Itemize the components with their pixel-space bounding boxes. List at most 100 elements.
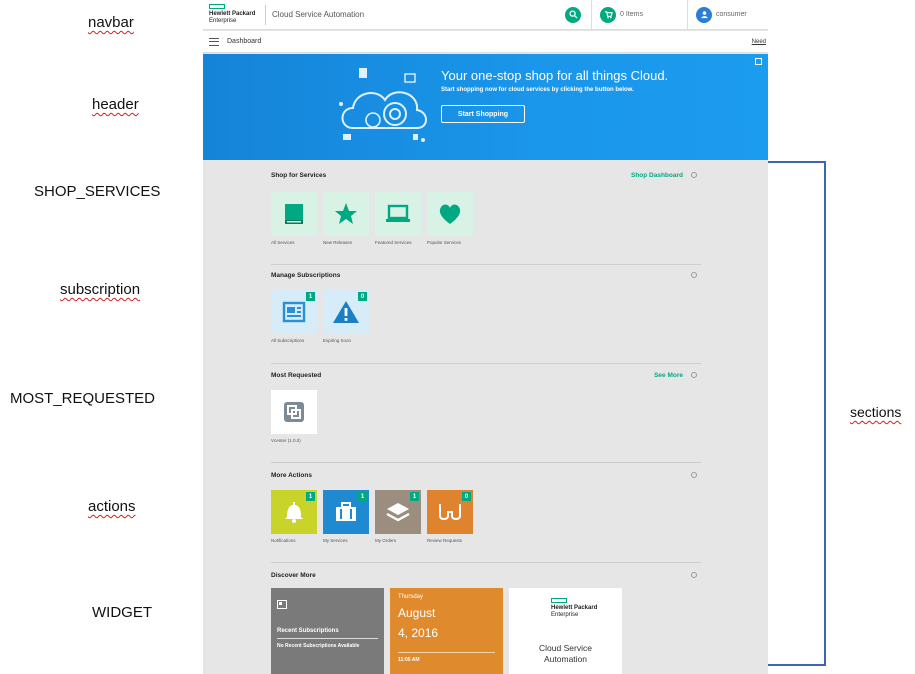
app-title: Cloud Service Automation [272, 10, 365, 19]
tile-featured-services[interactable]: Featured Services [375, 192, 421, 245]
tile-vcenter[interactable]: Vcenter (1.0.0) [271, 390, 317, 443]
annotation-shop-services: SHOP_SERVICES [34, 183, 161, 200]
tile-my-services[interactable]: 1 My Services [323, 490, 369, 543]
count-badge: 1 [306, 292, 315, 301]
expand-icon[interactable] [755, 58, 762, 65]
breadcrumb-bar: Dashboard Need [203, 31, 768, 53]
section-discover-more: Discover More Recent Subscriptions No Re… [271, 568, 701, 674]
tile-label: Expiring Soon [323, 338, 352, 343]
annotation-subscription: subscription [60, 281, 141, 298]
hpe-logo: Hewlett Packard Enterprise [551, 598, 603, 619]
section-divider [271, 462, 701, 463]
annotation-sections: sections [850, 404, 902, 420]
logo-line2: Enterprise [209, 18, 237, 24]
section-title: More Actions [271, 471, 312, 479]
star-icon [335, 203, 357, 224]
tile-label: Popular Services [427, 240, 462, 245]
calendar-day: Thursday [398, 594, 424, 600]
navbar: Hewlett Packard Enterprise Cloud Service… [203, 0, 768, 30]
tile-review-requests[interactable]: 0 Review Requests [427, 490, 473, 543]
hero-title: Your one-stop shop for all things Cloud. [441, 68, 669, 83]
hpe-logo-mark [209, 4, 225, 9]
calendar-time: 11:05 AM [398, 657, 420, 663]
tile-new-releases[interactable]: New Releases [323, 192, 369, 245]
tile-label: My Services [323, 538, 348, 543]
section-shop-services: Shop for Services Shop Dashboard All Ser… [271, 168, 701, 245]
user-icon [696, 6, 712, 23]
tile-label: Featured Services [375, 240, 412, 245]
hero-subtitle: Start shopping now for cloud services by… [441, 87, 634, 93]
hero-banner: Your one-stop shop for all things Cloud.… [203, 54, 768, 160]
tile-notifications[interactable]: 1 Notifications [271, 490, 317, 543]
glasses-icon [439, 504, 461, 520]
annotation-widget: WIDGET [92, 604, 152, 621]
app-screenshot: Hewlett Packard Enterprise Cloud Service… [203, 0, 768, 674]
count-badge: 1 [410, 492, 419, 501]
sections-bracket [768, 161, 826, 666]
recent-subscriptions-widget[interactable]: Recent Subscriptions No Recent Subscript… [271, 588, 384, 674]
tile-label: All Services [271, 240, 295, 245]
section-title: Discover More [271, 571, 316, 579]
collapse-icon[interactable] [691, 272, 697, 278]
tile-popular-services[interactable]: Popular Services [427, 192, 473, 245]
section-divider [271, 264, 701, 265]
logo-line1: Hewlett Packard [551, 605, 598, 611]
section-divider [271, 562, 701, 563]
section-header: Shop for Services Shop Dashboard [271, 168, 701, 182]
annotation-most-requested: MOST_REQUESTED [10, 390, 156, 407]
laptop-icon [386, 204, 410, 222]
cart-label: 0 Items [620, 11, 643, 18]
tile-label: Notifications [271, 538, 296, 543]
briefcase-icon [336, 502, 356, 521]
shop-dashboard-link[interactable]: Shop Dashboard [631, 172, 683, 179]
cart-icon [600, 6, 616, 23]
tile-label: All Subscriptions [271, 338, 305, 343]
start-shopping-button[interactable]: Start Shopping [441, 105, 525, 123]
book-icon [285, 204, 303, 224]
user-label: consumer [716, 11, 747, 18]
tile-label: New Releases [323, 240, 353, 245]
section-divider [271, 363, 701, 364]
newspaper-icon [277, 600, 287, 609]
tile-my-orders[interactable]: 1 My Orders [375, 490, 421, 543]
hpe-logo-mark [551, 598, 567, 603]
hpe-logo[interactable]: Hewlett Packard Enterprise [209, 4, 261, 25]
section-header: Discover More [271, 568, 701, 582]
menu-icon[interactable] [209, 37, 219, 46]
heart-icon [439, 204, 461, 224]
vcenter-icon [284, 402, 304, 422]
section-header: Most Requested See More [271, 368, 701, 382]
search-button[interactable] [565, 6, 581, 23]
tile-label: Vcenter (1.0.0) [271, 438, 301, 443]
tile-all-subscriptions[interactable]: 1 All Subscriptions [271, 290, 317, 343]
annotation-actions: actions [88, 498, 136, 515]
help-link[interactable]: Need [752, 39, 766, 45]
tile-label: My Orders [375, 538, 397, 543]
tile-expiring-soon[interactable]: 0 Expiring Soon [323, 290, 369, 343]
collapse-icon[interactable] [691, 472, 697, 478]
count-badge: 1 [306, 492, 315, 501]
breadcrumb[interactable]: Dashboard [227, 38, 752, 45]
calendar-month: August [398, 606, 436, 620]
section-more-actions: More Actions 1 Notifications 1 My Servic… [271, 468, 701, 543]
product-widget[interactable]: Hewlett Packard Enterprise Cloud Service… [509, 588, 622, 674]
cloud-illustration-icon [339, 68, 427, 142]
tile-all-services[interactable]: All Services [271, 192, 317, 245]
see-more-link[interactable]: See More [654, 372, 683, 379]
collapse-icon[interactable] [691, 372, 697, 378]
section-most-requested: Most Requested See More Vcenter (1.0.0) [271, 368, 701, 443]
section-title: Most Requested [271, 371, 322, 379]
collapse-icon[interactable] [691, 572, 697, 578]
tile-label: Review Requests [427, 538, 463, 543]
section-header: More Actions [271, 468, 701, 482]
cart-button[interactable]: 0 Items [592, 6, 687, 23]
warning-icon [333, 301, 359, 323]
user-menu[interactable]: consumer [688, 6, 768, 23]
calendar-widget: Thursday August 4, 2016 11:05 AM [390, 588, 503, 674]
product-name: Cloud Service Automation [539, 643, 592, 664]
newspaper-icon [282, 301, 306, 323]
bell-icon [285, 502, 303, 523]
section-title: Shop for Services [271, 171, 327, 179]
count-badge: 0 [358, 292, 367, 301]
collapse-icon[interactable] [691, 172, 697, 178]
